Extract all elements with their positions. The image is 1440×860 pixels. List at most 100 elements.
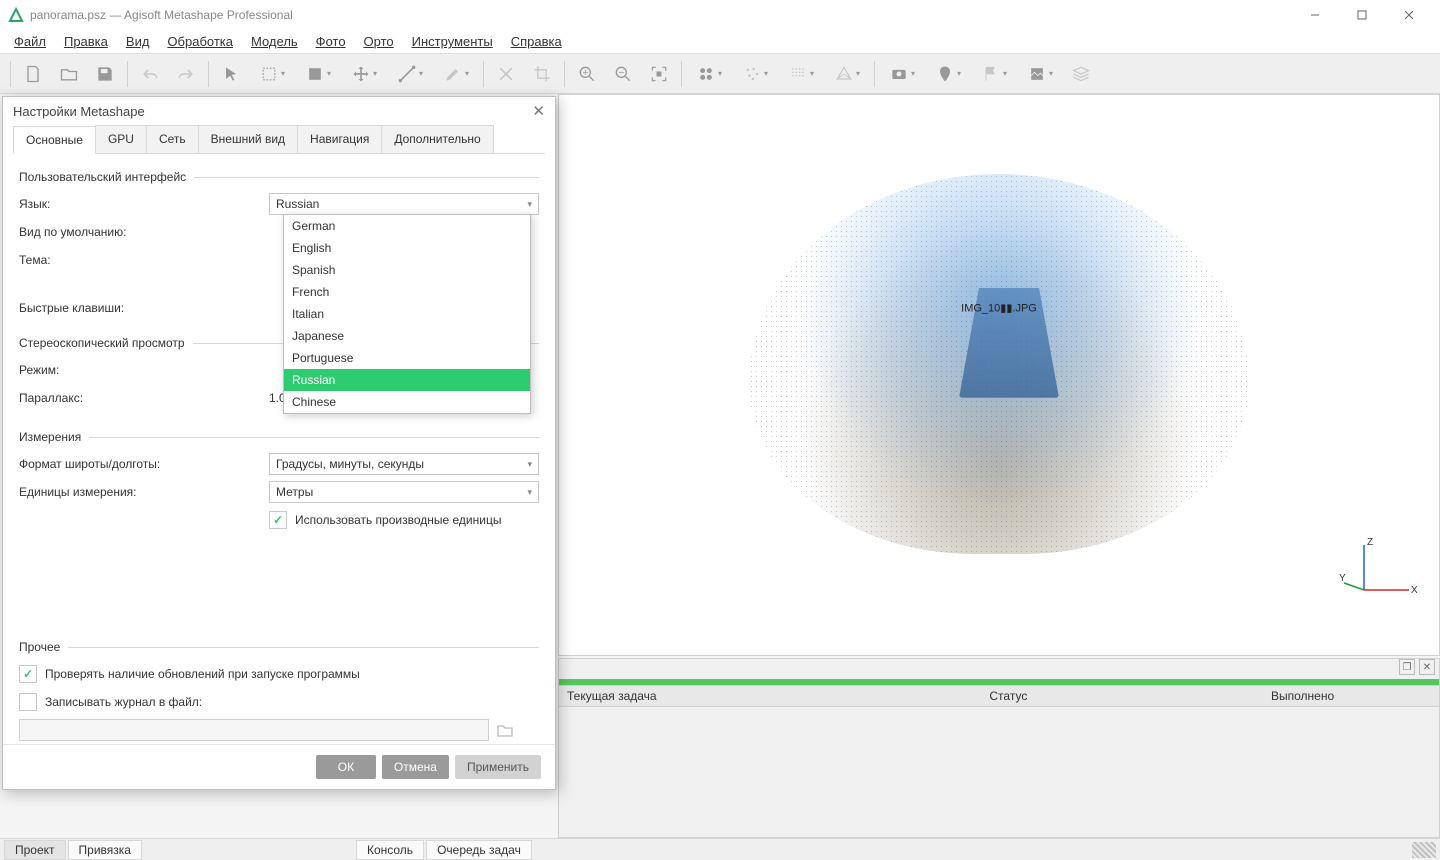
tab-appearance[interactable]: Внешний вид [198, 125, 298, 153]
lang-option-spanish[interactable]: Spanish [284, 259, 530, 281]
mesh-icon[interactable]: ▾ [824, 59, 870, 89]
browse-folder-icon[interactable] [495, 720, 515, 740]
layers-icon[interactable] [1063, 59, 1099, 89]
derived-units-label: Использовать производные единицы [295, 513, 501, 527]
delete-icon[interactable] [488, 59, 524, 89]
panel-tab-console[interactable]: Консоль [356, 840, 424, 860]
col-done[interactable]: Выполнено [1263, 689, 1439, 703]
window-title: panorama.psz — Agisoft Metashape Profess… [30, 8, 293, 22]
latlon-combo[interactable]: Градусы, минуты, секунды▾ [269, 453, 539, 475]
group-measure: Измерения [19, 430, 81, 444]
menu-tools[interactable]: Инструменты [412, 34, 493, 49]
panel-tab-reference[interactable]: Привязка [68, 840, 142, 860]
panel-tab-project[interactable]: Проект [4, 840, 66, 860]
menu-view[interactable]: Вид [126, 34, 150, 49]
apply-button[interactable]: Применить [455, 755, 541, 779]
tab-advanced[interactable]: Дополнительно [381, 125, 493, 153]
main-toolbar: ▾ ▾ ▾ ▾ ▾ ▾ ▾ ▾ ▾ ▾ ▾ ▾ ▾ [0, 54, 1440, 94]
log-path-input[interactable] [19, 719, 489, 741]
zoom-in-icon[interactable] [569, 59, 605, 89]
menu-model[interactable]: Модель [251, 34, 298, 49]
view-mode-icon[interactable]: ▾ [686, 59, 732, 89]
camera-label: IMG_10▮▮.JPG [961, 301, 1037, 314]
svg-text:Y: Y [1339, 573, 1346, 584]
redo-icon[interactable] [168, 59, 204, 89]
tab-gpu[interactable]: GPU [95, 125, 147, 153]
menu-workflow[interactable]: Обработка [167, 34, 233, 49]
zoom-out-icon[interactable] [605, 59, 641, 89]
pointcloud-icon[interactable]: ▾ [732, 59, 778, 89]
new-icon[interactable] [15, 59, 51, 89]
menu-edit[interactable]: Правка [64, 34, 108, 49]
group-stereo: Стереоскопический просмотр [19, 336, 185, 350]
check-updates-checkbox[interactable]: ✓ [19, 665, 37, 683]
mode-label: Режим: [19, 363, 269, 377]
3d-viewport[interactable]: IMG_10▮▮.JPG Z X Y [558, 94, 1440, 656]
cancel-button[interactable]: Отмена [382, 755, 449, 779]
tab-network[interactable]: Сеть [146, 125, 199, 153]
shortcuts-label: Быстрые клавиши: [19, 301, 269, 315]
language-label: Язык: [19, 197, 269, 211]
menu-file[interactable]: Файл [14, 34, 46, 49]
app-logo-icon [8, 7, 24, 23]
menu-photo[interactable]: Фото [316, 34, 346, 49]
tab-general[interactable]: Основные [13, 126, 96, 154]
flag-icon[interactable]: ▾ [971, 59, 1017, 89]
svg-text:X: X [1411, 585, 1418, 596]
check-updates-label: Проверять наличие обновлений при запуске… [45, 667, 360, 681]
marker-icon[interactable]: ▾ [925, 59, 971, 89]
camera-icon[interactable]: ▾ [879, 59, 925, 89]
minimize-button[interactable] [1292, 0, 1338, 30]
close-window-button[interactable] [1386, 0, 1432, 30]
write-log-checkbox[interactable]: ✓ [19, 693, 37, 711]
panel-tab-jobs[interactable]: Очередь задач [426, 840, 532, 860]
panel-close-icon[interactable]: ✕ [1419, 659, 1435, 675]
rect-select-icon[interactable]: ▾ [249, 59, 295, 89]
dialog-close-icon[interactable]: ✕ [532, 102, 545, 120]
lang-option-german[interactable]: German [284, 215, 530, 237]
preferences-dialog: Настройки Metashape ✕ Основные GPU Сеть … [2, 96, 556, 790]
latlon-label: Формат широты/долготы: [19, 457, 269, 471]
region-icon[interactable]: ▾ [295, 59, 341, 89]
maximize-button[interactable] [1339, 0, 1385, 30]
lang-option-portuguese[interactable]: Portuguese [284, 347, 530, 369]
window-titlebar: panorama.psz — Agisoft Metashape Profess… [0, 0, 1440, 30]
status-bar: Проект Привязка Консоль Очередь задач [0, 838, 1440, 860]
sparse-cloud-visual [749, 174, 1249, 554]
derived-units-checkbox[interactable]: ✓ [269, 511, 287, 529]
write-log-label: Записывать журнал в файл: [45, 695, 202, 709]
save-icon[interactable] [87, 59, 123, 89]
group-other: Прочее [19, 640, 60, 654]
svg-text:Z: Z [1367, 537, 1373, 548]
lang-option-russian[interactable]: Russian [284, 369, 530, 391]
lang-option-french[interactable]: French [284, 281, 530, 303]
dialog-title: Настройки Metashape [13, 104, 145, 119]
ruler-icon[interactable]: ▾ [387, 59, 433, 89]
zoom-fit-icon[interactable] [641, 59, 677, 89]
lang-option-chinese[interactable]: Chinese [284, 391, 530, 413]
densecloud-icon[interactable]: ▾ [778, 59, 824, 89]
move-icon[interactable]: ▾ [341, 59, 387, 89]
texture-icon[interactable]: ▾ [1017, 59, 1063, 89]
parallax-label: Параллакс: [19, 391, 269, 405]
tab-navigation[interactable]: Навигация [297, 125, 382, 153]
ok-button[interactable]: ОК [316, 755, 376, 779]
menu-ortho[interactable]: Орто [364, 34, 394, 49]
draw-icon[interactable]: ▾ [433, 59, 479, 89]
menu-bar: Файл Правка Вид Обработка Модель Фото Ор… [0, 30, 1440, 54]
crop-icon[interactable] [524, 59, 560, 89]
pointer-icon[interactable] [213, 59, 249, 89]
lang-option-english[interactable]: English [284, 237, 530, 259]
units-combo[interactable]: Метры▾ [269, 481, 539, 503]
language-combo[interactable]: Russian▾ [269, 193, 539, 215]
resize-grip-icon[interactable] [1412, 842, 1436, 858]
panel-restore-icon[interactable]: ❐ [1399, 659, 1415, 675]
menu-help[interactable]: Справка [511, 34, 562, 49]
undo-icon[interactable] [132, 59, 168, 89]
open-icon[interactable] [51, 59, 87, 89]
units-label: Единицы измерения: [19, 485, 269, 499]
lang-option-japanese[interactable]: Japanese [284, 325, 530, 347]
col-current-task[interactable]: Текущая задача [559, 689, 981, 703]
lang-option-italian[interactable]: Italian [284, 303, 530, 325]
col-status[interactable]: Статус [981, 689, 1263, 703]
